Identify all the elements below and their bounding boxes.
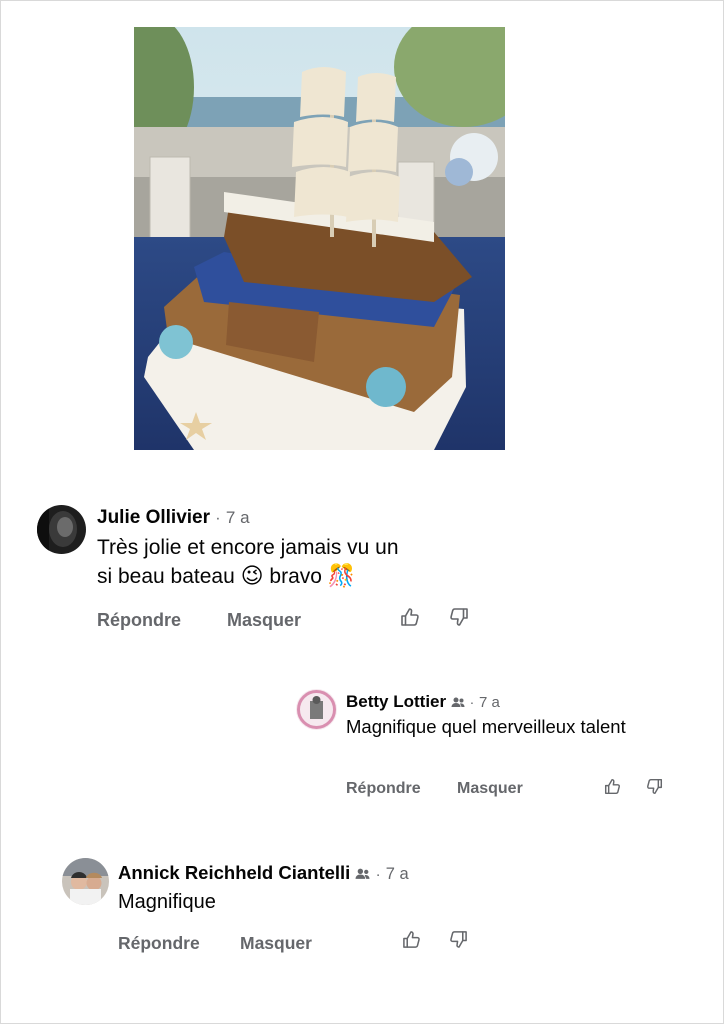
thumbs-down-icon[interactable] [646, 778, 663, 795]
avatar[interactable] [37, 505, 86, 554]
post-photo[interactable] [134, 27, 505, 450]
author-name[interactable]: Annick Reichheld Ciantelli [118, 862, 350, 883]
reply-button[interactable]: Répondre [118, 933, 200, 954]
thumbs-up-icon[interactable] [402, 930, 421, 949]
author-name[interactable]: Julie Ollivier [97, 507, 210, 528]
separator: · [215, 510, 221, 527]
comment-text: Magnifique [118, 891, 216, 913]
avatar[interactable] [62, 858, 109, 905]
wink-emoji: 😉 [240, 564, 264, 590]
thumbs-up-icon[interactable] [400, 607, 420, 627]
comment-text-part: si beau bateau [97, 565, 235, 589]
comment-author-header: Betty Lottier · 7 a [346, 692, 500, 712]
comment-line: Très jolie et encore jamais vu un [97, 536, 399, 559]
hide-button[interactable]: Masquer [457, 780, 523, 798]
reply-button[interactable]: Répondre [346, 780, 421, 798]
separator: · [469, 694, 475, 710]
reply-button[interactable]: Répondre [97, 610, 181, 631]
separator: · [375, 866, 381, 883]
comment-text-part: bravo [269, 565, 322, 589]
comment-author-header: Annick Reichheld Ciantelli · 7 a [118, 862, 409, 884]
hide-button[interactable]: Masquer [240, 933, 312, 954]
comment-line-2: si beau bateau 😉 bravo 🎊 [97, 562, 399, 593]
confetti-emoji: 🎊 [327, 564, 356, 590]
group-member-icon [355, 862, 375, 883]
thumbs-up-icon[interactable] [604, 778, 621, 795]
timestamp[interactable]: 7 a [386, 865, 409, 883]
avatar[interactable] [296, 689, 337, 730]
comment-author-header: Julie Ollivier · 7 a [97, 507, 250, 529]
comment-text: Très jolie et encore jamais vu un si bea… [97, 533, 399, 593]
cake-ship-image [134, 27, 505, 450]
thumbs-down-icon[interactable] [449, 930, 468, 949]
timestamp[interactable]: 7 a [479, 694, 500, 711]
thumbs-down-icon[interactable] [449, 607, 469, 627]
comment-text: Magnifique quel merveilleux talent [346, 716, 626, 737]
group-member-icon [451, 692, 470, 711]
timestamp[interactable]: 7 a [226, 508, 250, 527]
hide-button[interactable]: Masquer [227, 610, 301, 631]
author-name[interactable]: Betty Lottier [346, 692, 446, 711]
